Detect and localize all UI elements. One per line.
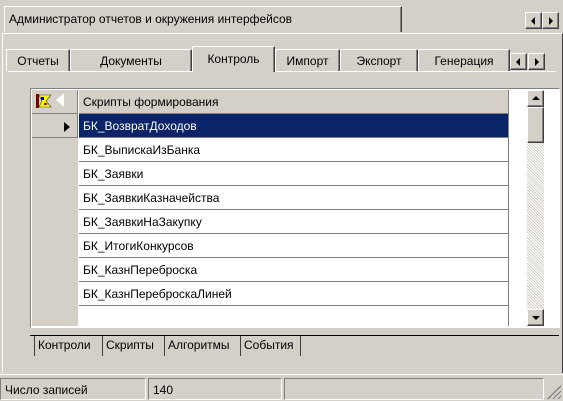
subtabs-strip: Контроли Скрипты Алгоритмы События xyxy=(34,336,394,356)
scroll-up-icon xyxy=(532,96,540,100)
subtab-label: Алгоритмы xyxy=(168,338,230,352)
window-tab-strip: Администратор отчетов и окружения интерф… xyxy=(0,0,563,34)
scroll-down-button[interactable] xyxy=(527,309,544,326)
status-record-count-value: 140 xyxy=(148,378,282,400)
tab-dokumenty[interactable]: Документы xyxy=(70,49,192,71)
row-indicator-column xyxy=(32,90,78,326)
tab-kontrol[interactable]: Контроль xyxy=(192,46,275,72)
row-text: БК_ЗаявкиНаЗакупку xyxy=(83,215,202,229)
status-panel-empty xyxy=(284,378,544,400)
subtab-divider xyxy=(240,336,241,356)
status-record-count-label: Число записей xyxy=(0,378,146,400)
window-tabs-scroll-left-button[interactable] xyxy=(525,12,542,29)
table-row[interactable]: БК_Заявки xyxy=(79,162,509,186)
tab-label: Контроль xyxy=(207,52,260,66)
tab-label: Генерация xyxy=(434,54,494,68)
tabs-scroll-right-button[interactable] xyxy=(528,53,545,70)
row-indicator-selected[interactable] xyxy=(32,114,78,138)
scripts-grid: Скрипты формирования БК_ВозвратДоходов Б… xyxy=(30,88,560,328)
column-header-label: Скрипты формирования xyxy=(83,95,219,109)
tab-label: Отчеты xyxy=(17,54,59,68)
scroll-down-icon xyxy=(532,316,540,320)
subtab-divider xyxy=(102,336,103,356)
subtab-label: События xyxy=(244,338,294,352)
table-row[interactable]: БК_КазнПереброска xyxy=(79,258,509,282)
tabs-divider xyxy=(8,71,556,72)
column-header-scripts[interactable]: Скрипты формирования xyxy=(79,90,541,114)
table-row[interactable]: БК_КазнПереброскаЛиней xyxy=(79,282,509,306)
row-text: БК_ВозвратДоходов xyxy=(83,119,197,133)
tab-label: Импорт xyxy=(286,54,329,68)
table-row[interactable]: БК_ВыпискаИзБанка xyxy=(79,138,509,162)
window-tabs-scroll-right-button[interactable] xyxy=(542,12,559,29)
subtab-divider xyxy=(164,336,165,356)
table-row[interactable]: БК_ИтогиКонкурсов xyxy=(79,234,509,258)
filter-icon[interactable] xyxy=(36,94,52,108)
row-pointer-icon xyxy=(64,122,70,132)
table-row[interactable]: БК_ЗаявкиНаЗакупку xyxy=(79,210,509,234)
window-tab-label: Администратор отчетов и окружения интерф… xyxy=(9,12,293,26)
subtab-label: Контроли xyxy=(38,338,91,352)
size-grip-icon[interactable] xyxy=(547,385,561,399)
row-text: БК_ЗаявкиКазначейства xyxy=(83,191,220,205)
subtab-divider xyxy=(34,336,35,356)
subtab-divider xyxy=(300,336,301,356)
status-bar: Число записей 140 xyxy=(0,374,563,401)
header-left-arrow-icon xyxy=(56,93,64,107)
subtab-skripty[interactable]: Скрипты xyxy=(106,336,154,356)
grid-corner-cell[interactable] xyxy=(32,90,78,114)
tab-import[interactable]: Импорт xyxy=(275,49,340,71)
tab-label: Экспорт xyxy=(356,54,402,68)
table-row-empty[interactable] xyxy=(79,306,509,326)
table-row[interactable]: БК_ВозвратДоходов xyxy=(79,114,509,138)
subtab-sobytiya[interactable]: События xyxy=(244,336,294,356)
row-text: БК_ИтогиКонкурсов xyxy=(83,239,194,253)
window-tab-report-admin[interactable]: Администратор отчетов и окружения интерф… xyxy=(4,6,402,32)
scroll-left-icon xyxy=(516,58,520,66)
row-text: БК_КазнПереброскаЛиней xyxy=(83,287,232,301)
scroll-up-button[interactable] xyxy=(527,90,544,107)
status-label-text: Число записей xyxy=(5,383,88,397)
tab-generaciya[interactable]: Генерация xyxy=(418,49,510,71)
tab-label: Документы xyxy=(100,54,162,68)
scroll-left-icon xyxy=(531,17,535,25)
subtab-algoritmy[interactable]: Алгоритмы xyxy=(168,336,230,356)
row-text: БК_Заявки xyxy=(83,167,144,181)
row-text: БК_ВыпискаИзБанка xyxy=(83,143,201,157)
tabs-scroll-left-button[interactable] xyxy=(510,53,527,70)
status-count-text: 140 xyxy=(153,383,174,397)
table-row[interactable]: БК_ЗаявкиКазначейства xyxy=(79,186,509,210)
row-text: БК_КазнПереброска xyxy=(83,263,198,277)
tab-eksport[interactable]: Экспорт xyxy=(340,49,418,71)
scroll-right-icon xyxy=(549,17,553,25)
vertical-scrollbar[interactable] xyxy=(527,90,544,326)
tab-otchety[interactable]: Отчеты xyxy=(6,49,70,71)
scrollbar-thumb[interactable] xyxy=(527,107,544,143)
subtab-kontroli[interactable]: Контроли xyxy=(38,336,91,356)
scroll-right-icon xyxy=(535,58,539,66)
subtab-label: Скрипты xyxy=(106,338,154,352)
